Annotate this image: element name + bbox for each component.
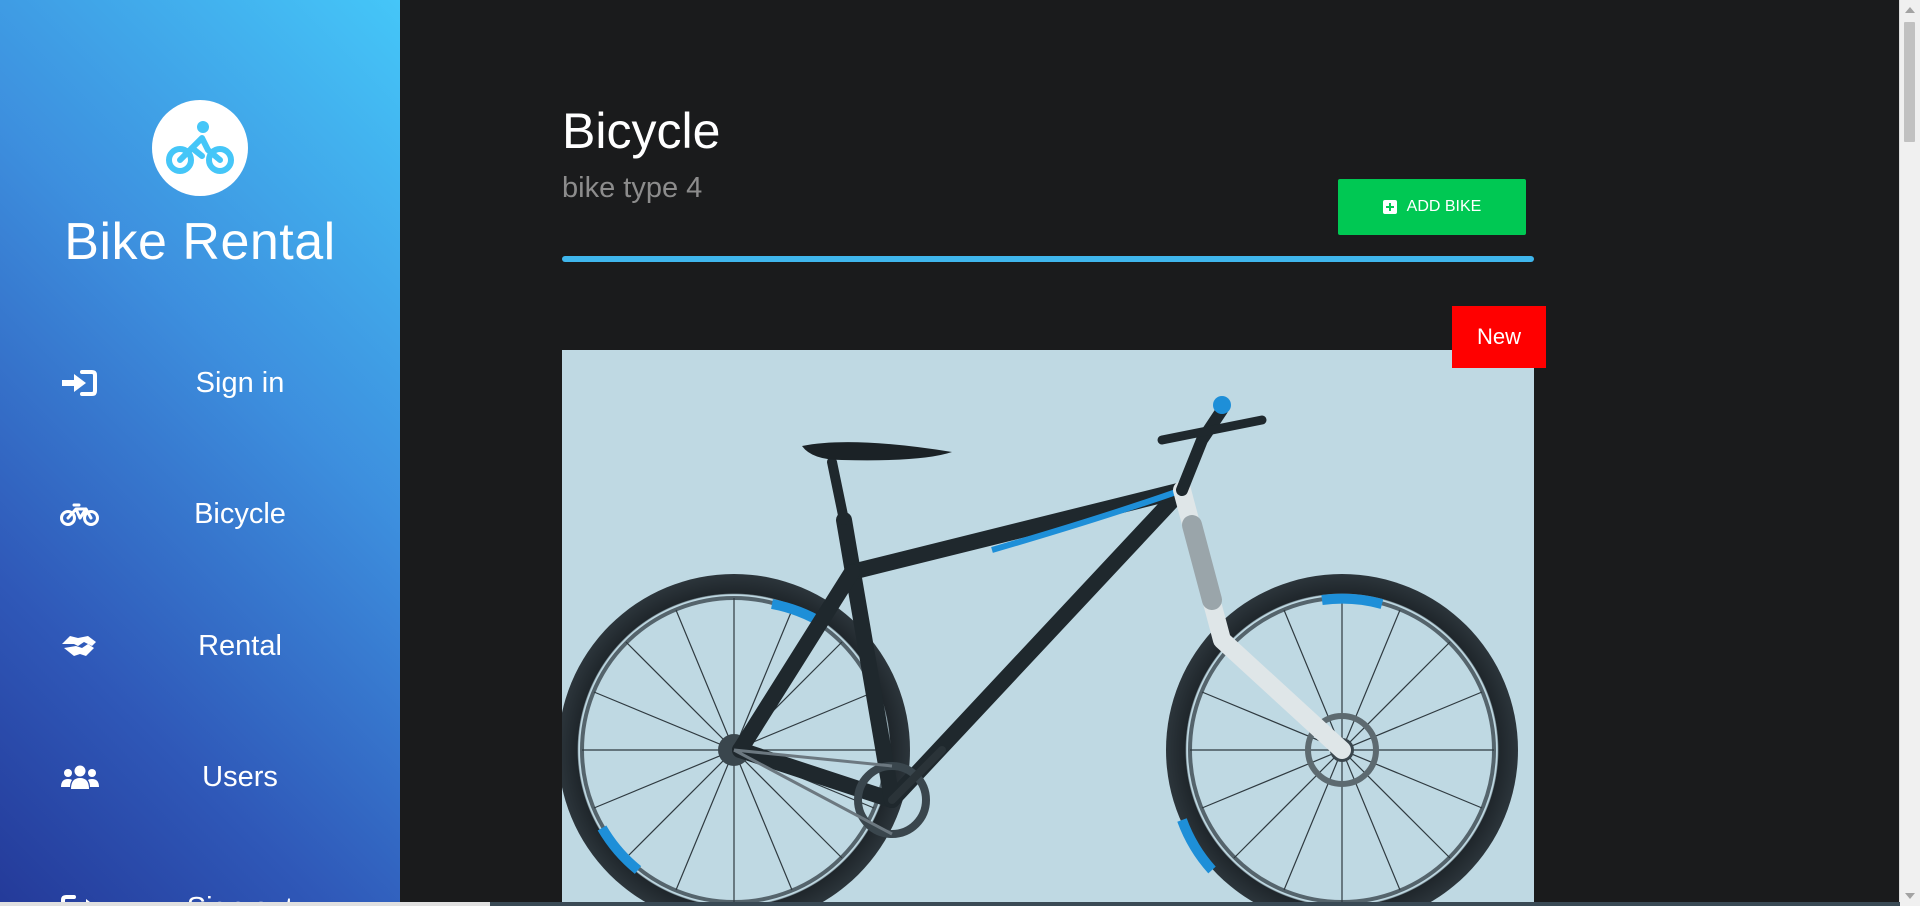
sidebar-item-bicycle[interactable]: Bicycle (0, 484, 400, 544)
sidebar-item-sign-in[interactable]: Sign in (0, 353, 400, 413)
users-icon (61, 765, 99, 789)
main-content: Bicycle bike type 4 ADD BIKE New (400, 0, 1900, 906)
sidebar-item-users[interactable]: Users (0, 747, 400, 807)
scrollbar-thumb-horizontal[interactable] (0, 902, 490, 906)
sidebar-item-label: Sign in (195, 367, 285, 399)
cyclist-icon (166, 121, 234, 174)
header-divider (562, 256, 1534, 262)
scrollbar-thumb[interactable] (1904, 22, 1915, 142)
logo (152, 100, 248, 196)
horizontal-scrollbar[interactable] (0, 902, 1900, 906)
mountain-bike-photo (562, 396, 1518, 906)
scroll-down-icon[interactable] (1905, 893, 1915, 899)
bicycle-icon (60, 503, 99, 526)
sidebar-item-label: Bicycle (194, 498, 286, 530)
sidebar: Bike Rental Sign in Bicycle Rental Users (0, 0, 400, 906)
sidebar-item-label: Users (202, 761, 278, 793)
sidebar-item-rental[interactable]: Rental (0, 616, 400, 676)
plus-square-icon (1382, 200, 1397, 214)
vertical-scrollbar[interactable] (1899, 0, 1920, 906)
sign-in-icon (62, 370, 97, 396)
page-subtitle: bike type 4 (562, 172, 703, 204)
bike-image[interactable] (562, 350, 1534, 906)
new-badge: New (1452, 306, 1546, 368)
brand-title: Bike Rental (64, 213, 336, 271)
scroll-up-icon[interactable] (1905, 7, 1915, 13)
sidebar-item-label: Rental (198, 630, 282, 662)
page-title: Bicycle (562, 103, 721, 159)
handshake-icon (62, 636, 96, 656)
add-bike-label: ADD BIKE (1406, 198, 1482, 215)
add-bike-button[interactable]: ADD BIKE (1338, 179, 1526, 235)
